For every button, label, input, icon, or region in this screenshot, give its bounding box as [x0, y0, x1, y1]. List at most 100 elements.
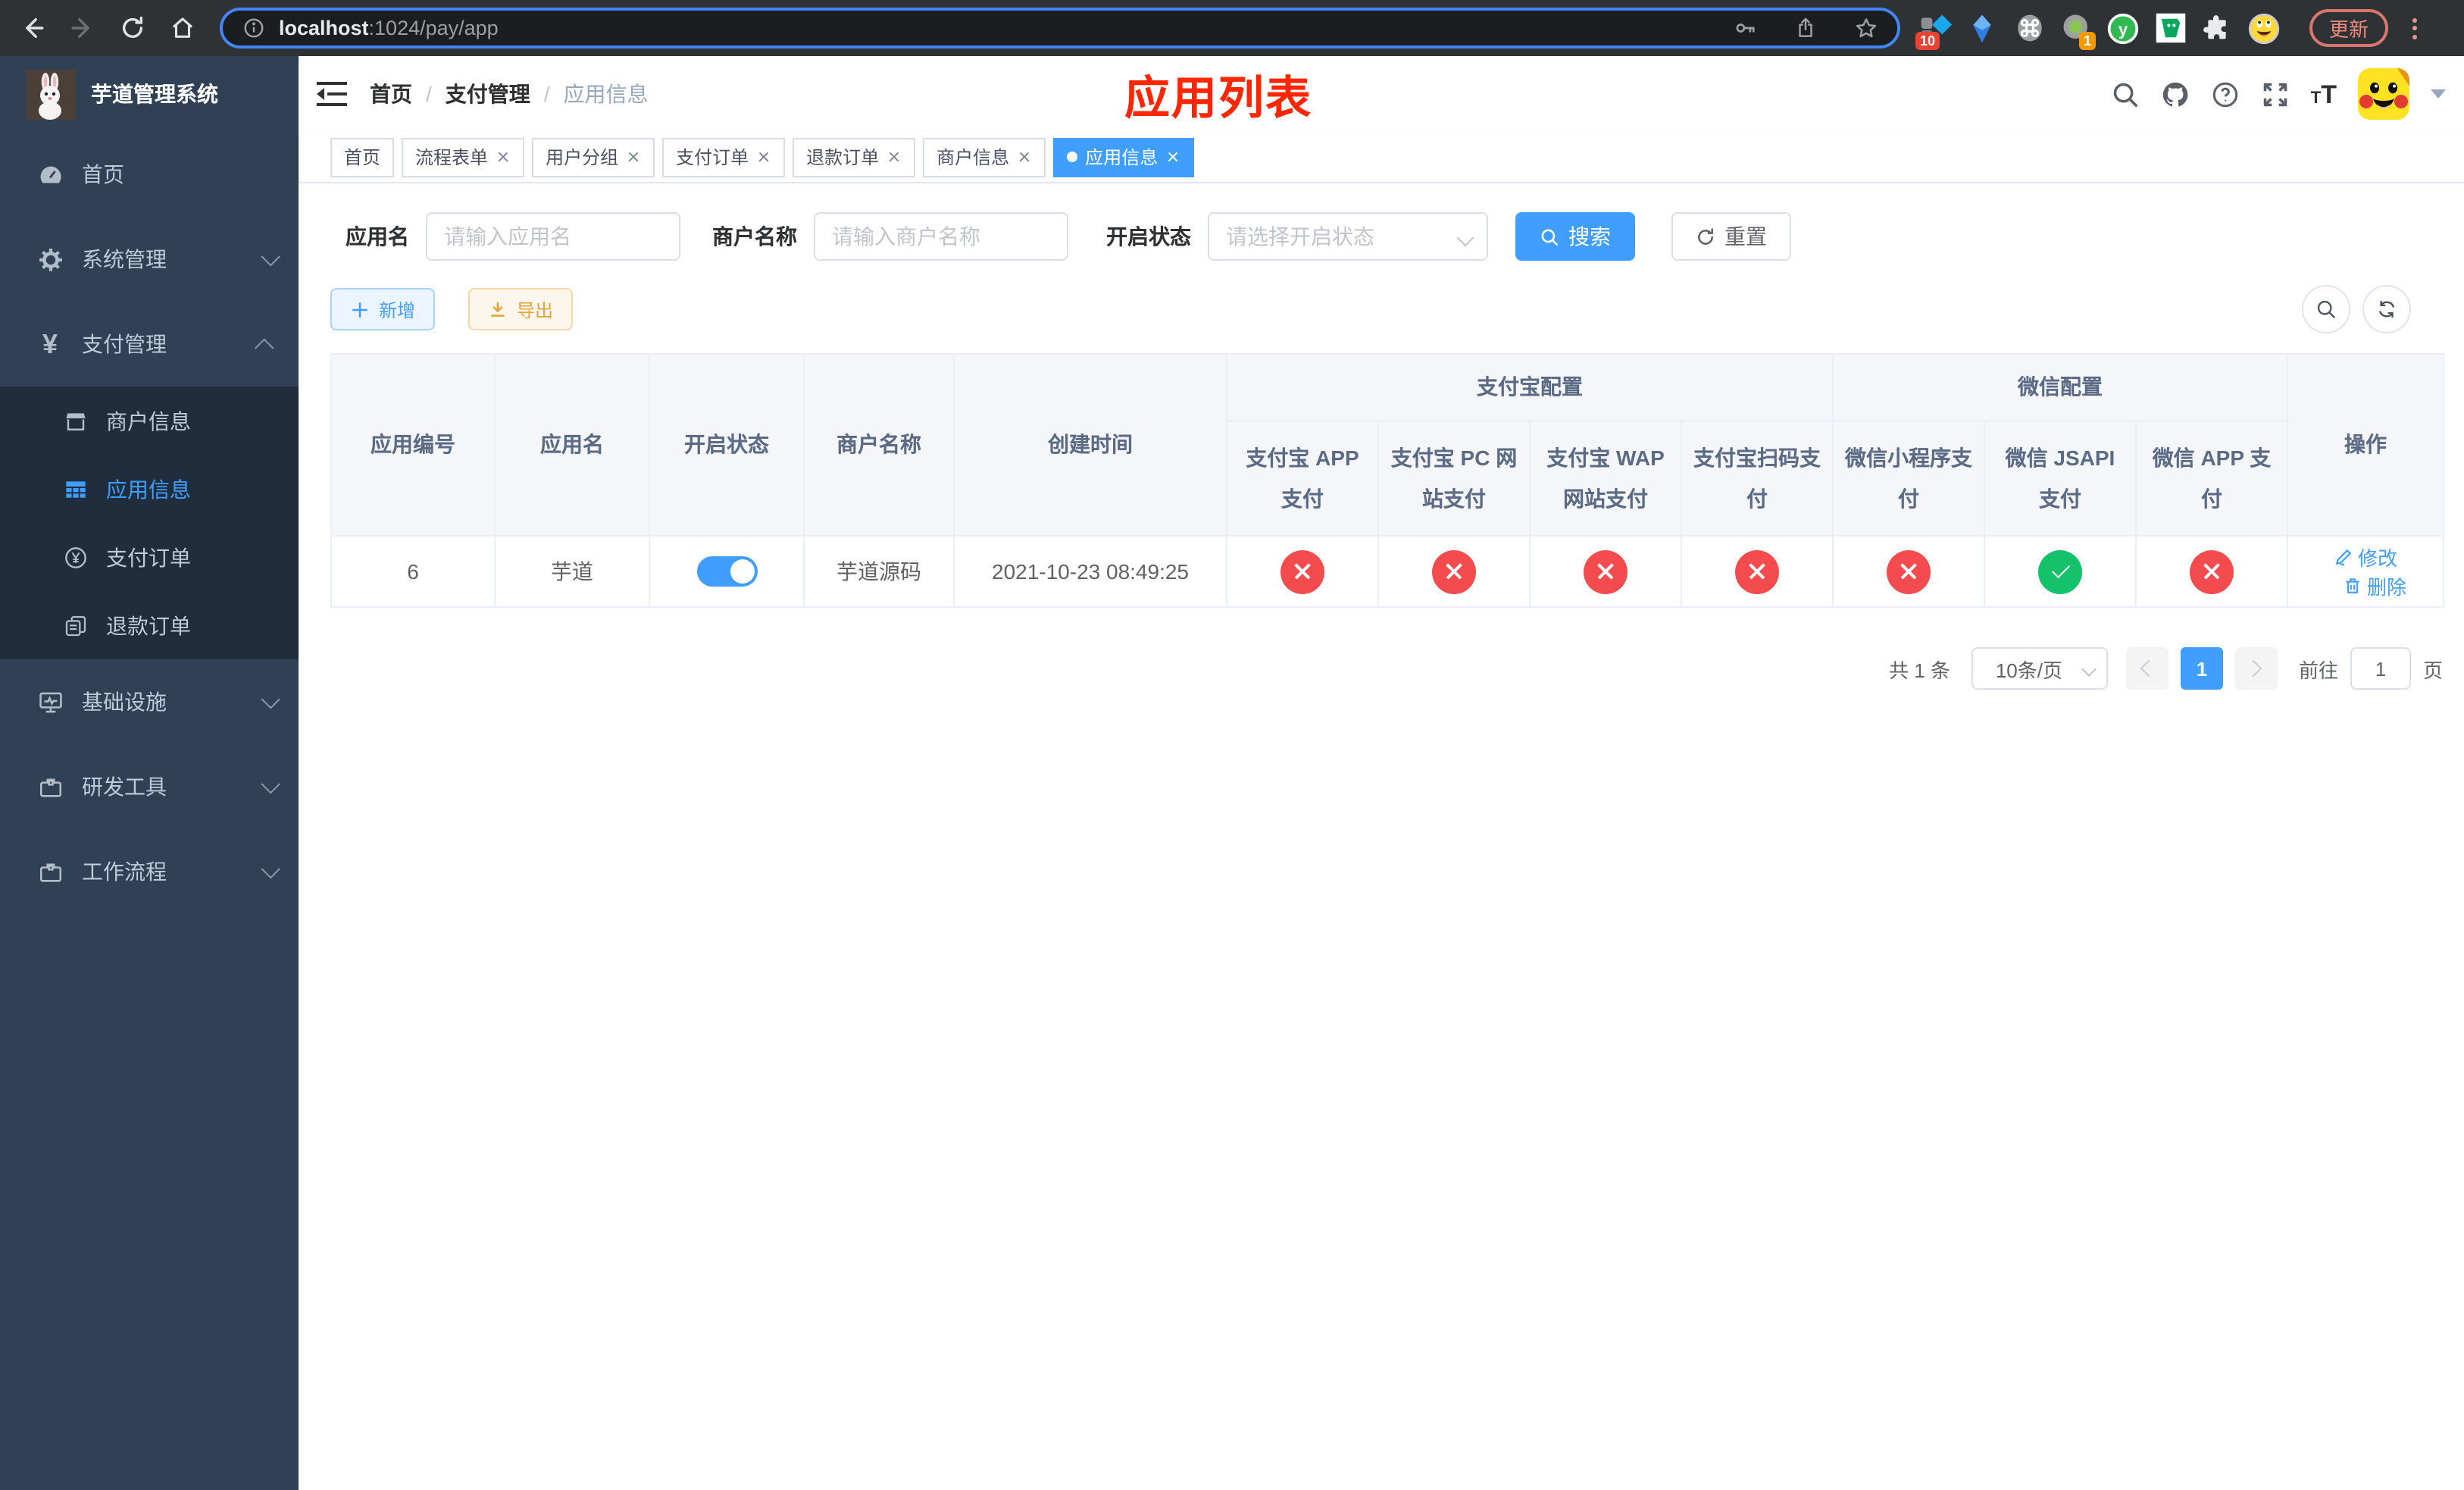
chevron-down-icon: [261, 689, 280, 709]
forward-icon[interactable]: [64, 10, 100, 46]
document-icon: [59, 613, 92, 637]
col-app-id: 应用编号: [330, 353, 496, 537]
cell-app-id: 6: [330, 535, 496, 608]
share-icon[interactable]: [1794, 17, 1817, 39]
grid-icon: [59, 477, 92, 501]
browser-update-button[interactable]: 更新: [2309, 9, 2389, 47]
tab-user-group[interactable]: 用户分组: [532, 137, 655, 177]
close-icon[interactable]: [626, 149, 641, 164]
extension-chat-icon[interactable]: [2153, 11, 2187, 45]
tab-app-info[interactable]: 应用信息: [1053, 137, 1195, 177]
extension-balloon-icon[interactable]: [1965, 11, 1999, 45]
status-select[interactable]: 请选择开启状态: [1208, 212, 1488, 261]
app-name-input[interactable]: [426, 212, 680, 261]
col-group-wechat: 微信配置: [1832, 353, 2288, 421]
extension-command-icon[interactable]: [2012, 11, 2046, 45]
yen-icon: ¥: [42, 329, 58, 359]
sidebar-collapse-icon[interactable]: [317, 81, 347, 107]
page-size-select[interactable]: 10条/页: [1971, 647, 2108, 690]
close-icon[interactable]: [1017, 149, 1032, 164]
reload-icon[interactable]: [114, 10, 150, 46]
sidebar-item-merchant-info[interactable]: 商户信息: [0, 387, 299, 455]
prev-page-button[interactable]: [2125, 647, 2169, 690]
export-button[interactable]: 导出: [468, 288, 574, 330]
dashboard-icon: [32, 161, 68, 187]
back-icon[interactable]: [14, 10, 50, 46]
help-icon[interactable]: [2211, 80, 2240, 108]
extension-grid-icon[interactable]: 10: [1915, 11, 1952, 49]
sidebar-item-payment[interactable]: ¥ 支付管理: [0, 302, 299, 387]
app-title: 芋道管理系统: [91, 82, 218, 106]
fullscreen-icon[interactable]: [2261, 80, 2290, 108]
github-icon[interactable]: [2161, 80, 2190, 108]
status-x-icon: [1432, 549, 1476, 593]
close-icon[interactable]: [886, 149, 902, 164]
sidebar-item-dev-tools[interactable]: 研发工具: [0, 744, 299, 829]
tab-merchant-info[interactable]: 商户信息: [923, 137, 1046, 177]
app-logo[interactable]: 芋道管理系统: [0, 56, 299, 132]
site-info-icon[interactable]: [242, 17, 265, 39]
search-icon[interactable]: [2111, 80, 2140, 108]
extension-y-logo-icon[interactable]: y: [2106, 11, 2140, 45]
extension-puzzle-icon[interactable]: [2200, 11, 2234, 45]
sidebar-item-app-info[interactable]: 应用信息: [0, 455, 299, 523]
chevron-down-icon[interactable]: [2431, 89, 2446, 99]
tab-process-form[interactable]: 流程表单: [402, 137, 525, 177]
col-merchant: 商户名称: [803, 353, 955, 537]
reset-button[interactable]: 重置: [1671, 212, 1791, 261]
close-icon[interactable]: [496, 149, 511, 164]
next-page-button[interactable]: [2234, 647, 2278, 690]
sidebar-item-system[interactable]: 系统管理: [0, 217, 299, 302]
store-icon: [59, 408, 92, 433]
bookmark-star-icon[interactable]: [1855, 17, 1878, 39]
status-toggle[interactable]: [696, 556, 757, 587]
search-icon: [1541, 228, 1559, 246]
extension-badge: 1: [2078, 31, 2096, 49]
home-icon[interactable]: [164, 10, 200, 46]
breadcrumb-payment[interactable]: 支付管理: [446, 79, 530, 109]
col-actions: 操作: [2287, 353, 2444, 537]
tab-pay-order[interactable]: 支付订单: [662, 137, 786, 177]
toggle-search-button[interactable]: [2302, 285, 2350, 333]
password-key-icon[interactable]: [1734, 17, 1756, 39]
browser-toolbar: localhost:1024/pay/app 10 1 y 更新: [0, 0, 2464, 56]
address-bar[interactable]: localhost:1024/pay/app: [220, 8, 1900, 49]
merchant-input[interactable]: [814, 212, 1068, 261]
sidebar-item-home[interactable]: 首页: [0, 132, 299, 217]
goto-page-input[interactable]: [2350, 647, 2411, 690]
page-number-1[interactable]: 1: [2180, 647, 2223, 690]
sidebar-item-workflow[interactable]: 工作流程: [0, 829, 299, 914]
tab-refund-order[interactable]: 退款订单: [793, 137, 916, 177]
browser-menu-icon[interactable]: [2412, 17, 2418, 39]
add-button[interactable]: 新增: [330, 288, 436, 330]
edit-link[interactable]: 修改: [2334, 543, 2397, 571]
font-size-icon[interactable]: TT: [2311, 81, 2337, 107]
sidebar-item-refund-order[interactable]: 退款订单: [0, 591, 299, 659]
delete-link[interactable]: 删除: [2343, 571, 2406, 600]
close-icon[interactable]: [1165, 149, 1180, 164]
tab-home[interactable]: 首页: [330, 137, 395, 177]
chevron-down-icon: [1456, 229, 1474, 247]
chevron-down-icon: [261, 859, 280, 878]
sidebar-item-pay-order[interactable]: 支付订单: [0, 523, 299, 591]
filter-app-name: 应用名: [346, 212, 680, 261]
col-wx-app: 微信 APP 支付: [2135, 420, 2288, 537]
avatar[interactable]: [2358, 68, 2409, 120]
refresh-table-button[interactable]: [2362, 285, 2411, 333]
close-icon[interactable]: [756, 149, 771, 164]
filter-merchant: 商户名称: [712, 212, 1068, 261]
filter-status: 开启状态 请选择开启状态: [1106, 212, 1488, 261]
url-path: :1024/pay/app: [368, 17, 499, 39]
logo-rabbit-image: [26, 69, 76, 119]
tags-bar: 首页 流程表单 用户分组 支付订单 退款订单 商户信息 应用信息: [299, 132, 2464, 183]
cell-app-name: 芋道: [494, 535, 650, 608]
svg-text:y: y: [2118, 19, 2128, 38]
breadcrumb-home[interactable]: 首页: [370, 79, 412, 109]
search-button[interactable]: 搜索: [1515, 212, 1635, 261]
sidebar-item-infra[interactable]: 基础设施: [0, 659, 299, 744]
app-table: 应用编号 应用名 开启状态 商户名称 创建时间 支付宝配置 微信配置 操作 支付…: [330, 353, 2444, 608]
goto-page: 前往 页: [2299, 647, 2443, 690]
status-label: 开启状态: [1106, 224, 1191, 249]
extension-emoji-icon[interactable]: [2247, 11, 2281, 45]
extension-proxy-icon[interactable]: 1: [2059, 11, 2096, 49]
